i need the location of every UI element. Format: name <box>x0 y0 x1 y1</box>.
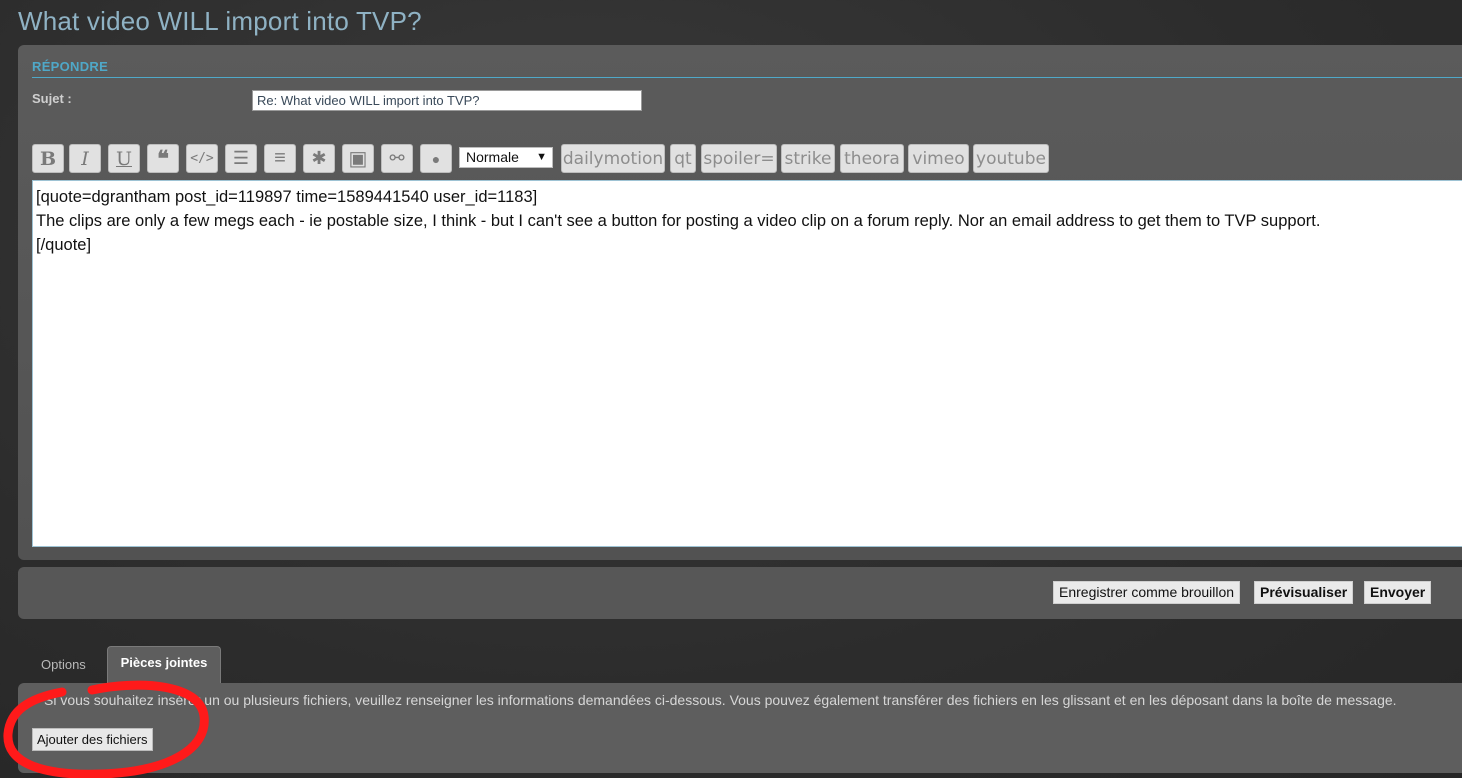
tag-label: dailymotion <box>562 148 664 169</box>
image-button[interactable]: ▣ <box>342 144 374 173</box>
tag-label: qt <box>674 148 692 169</box>
tag-label: vimeo <box>912 148 965 169</box>
submit-button[interactable]: Envoyer <box>1364 581 1432 604</box>
list-item-icon: ✱ <box>311 148 327 168</box>
tag-label: strike <box>784 148 832 169</box>
italic-icon: I <box>81 147 89 170</box>
italic-button[interactable]: I <box>69 144 101 173</box>
color-button[interactable]: ● <box>420 144 452 173</box>
list-item-button[interactable]: ✱ <box>303 144 335 173</box>
bold-icon: B <box>39 147 57 170</box>
quote-button[interactable]: ❝ <box>147 144 179 173</box>
image-icon: ▣ <box>348 148 368 170</box>
underline-icon: U <box>115 147 132 170</box>
bold-button[interactable]: B <box>32 144 64 173</box>
reply-panel: RÉPONDRE Sujet : Re: What video WILL imp… <box>18 45 1462 560</box>
list-icon: ☰ <box>232 148 250 168</box>
tag-button-dailymotion[interactable]: dailymotion <box>561 144 665 173</box>
save-draft-button[interactable]: Enregistrer comme brouillon <box>1053 581 1241 604</box>
ordered-list-button[interactable]: ≡ <box>264 144 296 173</box>
tag-label: youtube <box>976 148 1046 169</box>
tag-button-strike[interactable]: strike <box>781 144 835 173</box>
ordered-list-icon: ≡ <box>274 147 286 169</box>
section-title: RÉPONDRE <box>32 59 109 74</box>
color-icon: ● <box>431 150 441 167</box>
tab-attachments[interactable]: Pièces jointes <box>107 646 221 683</box>
page-title: What video WILL import into TVP? <box>18 6 422 36</box>
tag-button-qt[interactable]: qt <box>670 144 696 173</box>
code-button[interactable]: </> <box>186 144 218 173</box>
underline-button[interactable]: U <box>108 144 140 173</box>
tab-options[interactable]: Options <box>41 657 86 672</box>
preview-button[interactable]: Prévisualiser <box>1254 581 1354 604</box>
subject-input[interactable]: Re: What video WILL import into TVP? <box>252 90 642 111</box>
attachments-info-text: Si vous souhaitez insérer un ou plusieur… <box>44 692 1397 708</box>
list-button[interactable]: ☰ <box>225 144 257 173</box>
subject-label: Sujet : <box>32 91 72 106</box>
attachments-panel: Si vous souhaitez insérer un ou plusieur… <box>18 683 1462 773</box>
code-icon: </> <box>190 151 214 166</box>
dropdown-arrow-icon: ▼ <box>536 151 547 163</box>
action-bar: Enregistrer comme brouillon Prévisualise… <box>18 567 1462 619</box>
link-button[interactable]: ⚯ <box>381 144 413 173</box>
tag-button-vimeo[interactable]: vimeo <box>908 144 969 173</box>
message-editor[interactable]: [quote=dgrantham post_id=119897 time=158… <box>32 180 1462 547</box>
tag-button-youtube[interactable]: youtube <box>973 144 1049 173</box>
tag-label: spoiler= <box>703 148 775 169</box>
link-icon: ⚯ <box>389 148 405 168</box>
font-size-value: Normale <box>466 149 519 165</box>
quote-icon: ❝ <box>157 145 169 171</box>
add-files-button[interactable]: Ajouter des fichiers <box>32 728 153 751</box>
tag-button-theora[interactable]: theora <box>840 144 904 173</box>
tag-button-spoiler[interactable]: spoiler= <box>701 144 777 173</box>
section-divider <box>32 77 1462 78</box>
tag-label: theora <box>844 148 900 169</box>
font-size-select[interactable]: Normale ▼ <box>459 147 553 168</box>
